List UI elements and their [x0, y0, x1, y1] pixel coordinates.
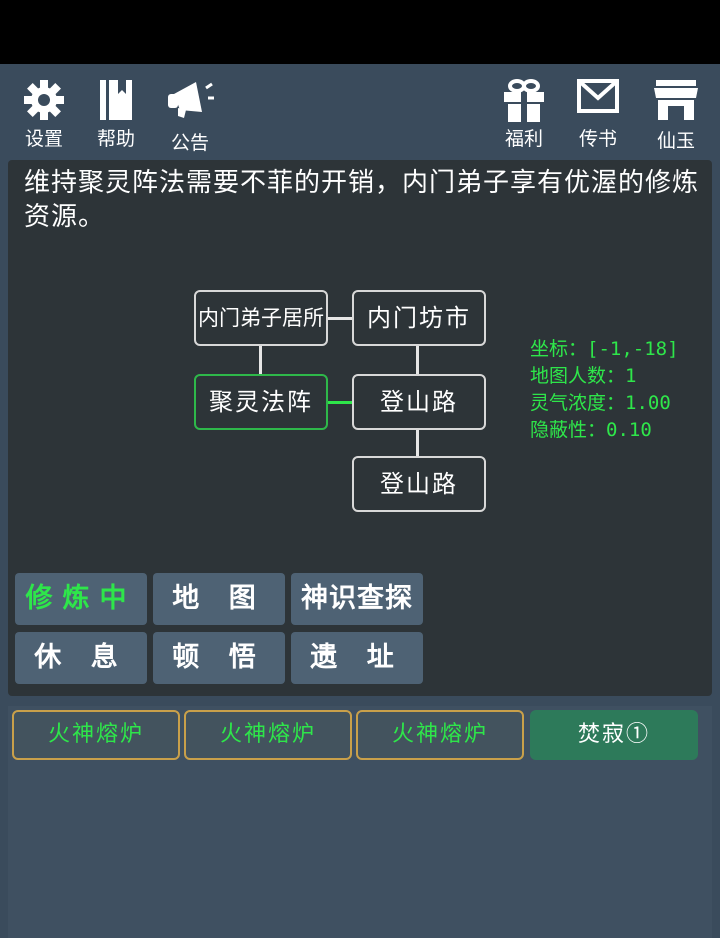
notice-button[interactable]: 公告 [160, 64, 220, 160]
inventory-area: 火神熔炉 火神熔炉 火神熔炉 焚寂① [8, 706, 712, 938]
megaphone-icon [168, 82, 214, 118]
shop-icon [654, 80, 698, 120]
welfare-button[interactable]: 福利 [494, 64, 554, 160]
map-node-disciple-residence[interactable]: 内门弟子居所 [194, 290, 328, 346]
welfare-label: 福利 [504, 128, 543, 150]
map-connector [259, 344, 262, 374]
gear-icon [24, 80, 64, 120]
game-screen: 设置 帮助 公告 福利 传书 仙玉 维持聚灵阵法需要不菲的开销，内门弟子享有优渥… [0, 64, 720, 938]
mail-label: 传书 [578, 128, 617, 150]
divine-sense-button[interactable]: 神识查探 [291, 573, 423, 625]
enlightenment-button[interactable]: 顿 悟 [153, 632, 285, 684]
furnace-slot[interactable]: 火神熔炉 [356, 710, 524, 760]
book-icon [100, 80, 132, 120]
coordinate-text: 坐标：[-1,-18] [530, 338, 679, 360]
furnace-slot[interactable]: 火神熔炉 [184, 710, 352, 760]
fenji-button[interactable]: 焚寂① [530, 710, 698, 760]
settings-button[interactable]: 设置 [14, 64, 74, 160]
top-black-bar [0, 0, 720, 64]
map-connector-active [328, 401, 352, 404]
map-button[interactable]: 地 图 [153, 573, 285, 625]
map-node-mountain-path-lower[interactable]: 登山路 [352, 456, 486, 512]
map-connector [416, 344, 419, 374]
mail-button[interactable]: 传书 [568, 64, 628, 160]
shop-label: 仙玉 [656, 130, 695, 152]
notice-label: 公告 [170, 132, 209, 154]
mail-icon [577, 79, 619, 113]
help-button[interactable]: 帮助 [86, 64, 146, 160]
map-connector [326, 317, 352, 320]
map-node-mountain-path[interactable]: 登山路 [352, 374, 486, 430]
gift-icon [504, 79, 544, 122]
location-panel: 维持聚灵阵法需要不菲的开销，内门弟子享有优渥的修炼资源。 内门弟子居所 内门坊市… [8, 160, 712, 696]
rest-button[interactable]: 休 息 [15, 632, 147, 684]
map-node-market[interactable]: 内门坊市 [352, 290, 486, 346]
settings-label: 设置 [24, 128, 63, 150]
population-text: 地图人数：1 [530, 365, 637, 387]
help-label: 帮助 [96, 128, 135, 150]
furnace-slot[interactable]: 火神熔炉 [12, 710, 180, 760]
map-connector [416, 428, 419, 458]
location-description: 维持聚灵阵法需要不菲的开销，内门弟子享有优渥的修炼资源。 [24, 168, 700, 232]
shop-button[interactable]: 仙玉 [646, 64, 706, 160]
map-node-current-array[interactable]: 聚灵法阵 [194, 374, 328, 430]
stealth-text: 隐蔽性：0.10 [530, 419, 652, 441]
location-info: 坐标：[-1,-18] 地图人数：1 灵气浓度：1.00 隐蔽性：0.10 [530, 336, 679, 444]
cultivate-button[interactable]: 修炼中 [15, 573, 147, 625]
ruins-button[interactable]: 遗 址 [291, 632, 423, 684]
spirit-density-text: 灵气浓度：1.00 [530, 392, 671, 414]
